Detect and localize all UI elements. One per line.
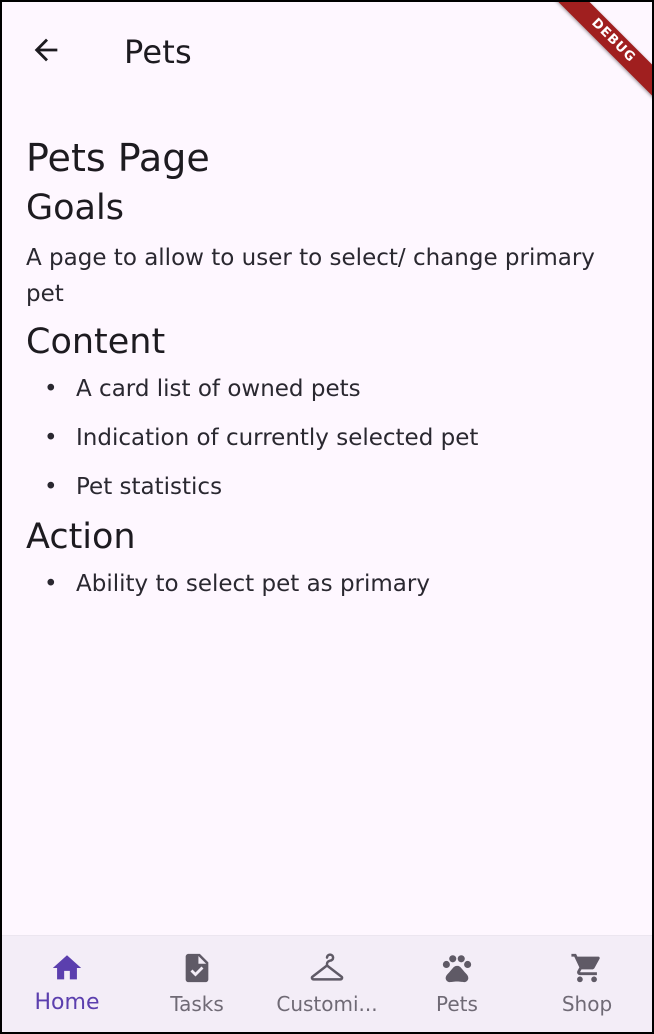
- list-item: • Pet statistics: [26, 470, 622, 504]
- action-list: • Ability to select pet as primary: [26, 567, 622, 601]
- paw-icon: [439, 950, 475, 986]
- nav-label-home: Home: [34, 990, 100, 1015]
- nav-item-shop[interactable]: Shop: [522, 936, 652, 1032]
- home-icon: [49, 950, 85, 986]
- debug-banner: DEBUG: [532, 2, 652, 122]
- list-item: • A card list of owned pets: [26, 372, 622, 406]
- list-item-text: Indication of currently selected pet: [76, 425, 479, 451]
- cart-icon: [569, 950, 605, 986]
- nav-item-pets[interactable]: Pets: [392, 936, 522, 1032]
- app-bar: Pets DEBUG: [2, 2, 652, 102]
- goals-heading: Goals: [26, 188, 124, 228]
- list-item-text: Pet statistics: [76, 474, 223, 500]
- nav-item-customize[interactable]: Customi...: [262, 936, 392, 1032]
- nav-label-pets: Pets: [436, 992, 478, 1016]
- app-screen: Pets DEBUG Pets Page Goals A page to all…: [0, 0, 654, 1034]
- bullet-dot: •: [44, 376, 58, 402]
- nav-label-customize: Customi...: [276, 992, 378, 1016]
- action-heading: Action: [26, 517, 136, 557]
- nav-label-tasks: Tasks: [170, 992, 224, 1016]
- page-title: Pets Page: [26, 136, 210, 180]
- nav-item-tasks[interactable]: Tasks: [132, 936, 262, 1032]
- page-content: Pets Page Goals A page to allow to user …: [26, 132, 622, 616]
- content-list: • A card list of owned pets • Indication o…: [26, 372, 622, 504]
- list-item-text: A card list of owned pets: [76, 376, 361, 402]
- app-bar-title: Pets: [124, 33, 192, 71]
- arrow-back-icon: [29, 33, 63, 71]
- list-item: • Indication of currently selected pet: [26, 421, 622, 455]
- back-button[interactable]: [22, 28, 70, 76]
- bullet-dot: •: [44, 425, 58, 451]
- goals-text: A page to allow to user to select/ chang…: [26, 245, 595, 307]
- content-heading: Content: [26, 322, 166, 362]
- bullet-dot: •: [44, 571, 58, 597]
- nav-item-home[interactable]: Home: [2, 936, 132, 1032]
- list-item-text: Ability to select pet as primary: [76, 571, 430, 597]
- nav-label-shop: Shop: [561, 992, 613, 1016]
- debug-label: DEBUG: [552, 2, 652, 102]
- bullet-dot: •: [44, 474, 58, 500]
- list-item: • Ability to select pet as primary: [26, 567, 622, 601]
- bottom-navigation-bar: Home Tasks Customi... Pets Shop: [2, 935, 652, 1032]
- hanger-icon: [309, 950, 345, 986]
- task-icon: [179, 950, 215, 986]
